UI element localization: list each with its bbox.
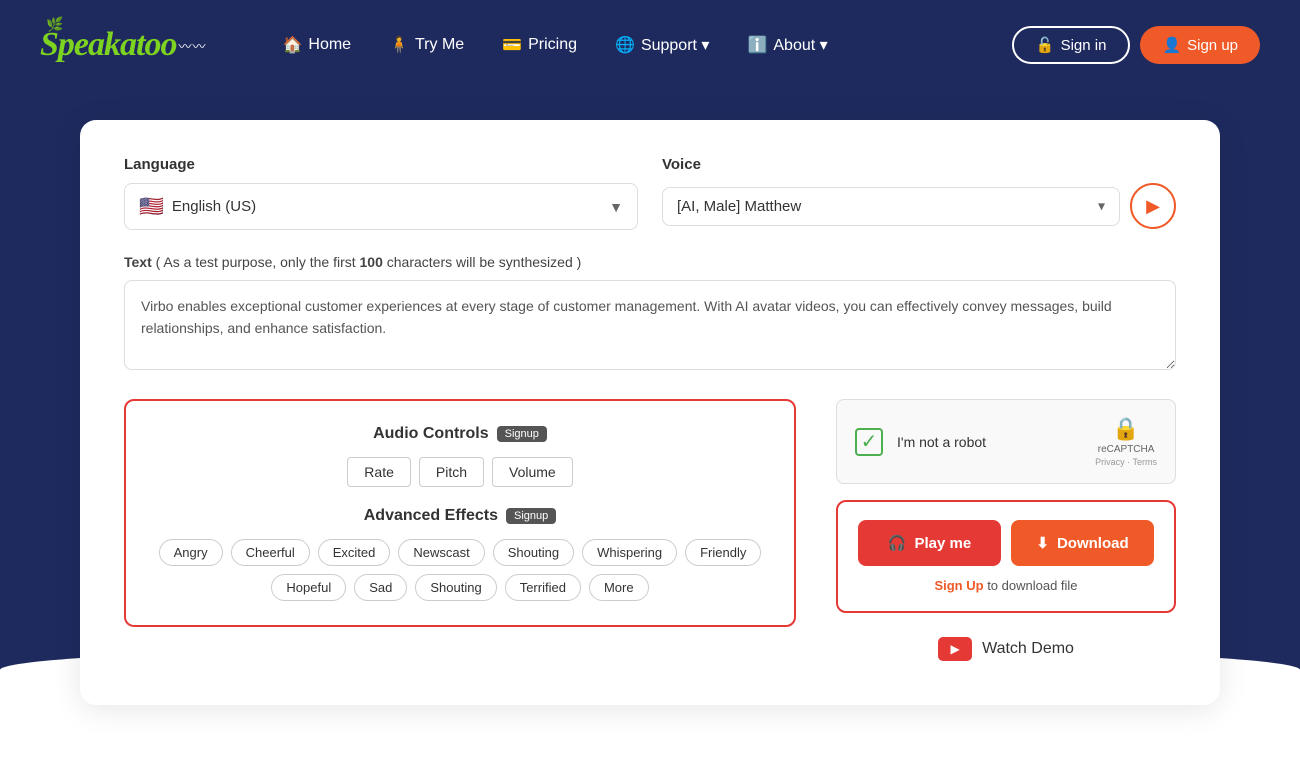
- recaptcha-logo: 🔒 reCAPTCHA Privacy · Terms: [1095, 416, 1157, 467]
- chip-sad[interactable]: Sad: [354, 574, 407, 601]
- navbar: 🌿 Speakatoo 〰〰 🏠 Home 🧍 Try Me 💳 Pricing…: [0, 0, 1300, 90]
- chip-terrified[interactable]: Terrified: [505, 574, 581, 601]
- recaptcha-label: I'm not a robot: [897, 434, 1081, 450]
- chip-whispering[interactable]: Whispering: [582, 539, 677, 566]
- action-box: 🎧 Play me ⬇ Download Sign Up to download…: [836, 500, 1176, 613]
- audio-controls-box: Audio Controls Signup Rate Pitch Volume …: [124, 399, 796, 627]
- voice-select[interactable]: [AI, Male] Matthew: [677, 198, 1105, 215]
- pitch-button[interactable]: Pitch: [419, 457, 484, 487]
- controls-row: Rate Pitch Volume: [154, 457, 766, 487]
- text-note: Text ( As a test purpose, only the first…: [124, 254, 1176, 270]
- nav-links: 🏠 Home 🧍 Try Me 💳 Pricing 🌐 Support ▾ ℹ️…: [266, 27, 991, 63]
- signin-icon: 🔓: [1036, 36, 1055, 54]
- pricing-icon: 💳: [502, 35, 522, 55]
- language-label: Language: [124, 156, 638, 173]
- youtube-icon: ▶: [938, 637, 972, 661]
- nav-buttons: 🔓 Sign in 👤 Sign up: [1012, 26, 1260, 64]
- flag-icon: 🇺🇸: [139, 194, 164, 219]
- logo-text: Speakatoo: [40, 26, 176, 64]
- volume-button[interactable]: Volume: [492, 457, 573, 487]
- download-icon: ⬇: [1036, 534, 1049, 552]
- recaptcha-icon: 🔒: [1112, 416, 1139, 442]
- play-icon: ▶: [1146, 196, 1160, 217]
- signup-text: Sign Up to download file: [934, 578, 1077, 593]
- form-row-top: Language 🇺🇸 English (US) ▼ Voice: [124, 156, 1176, 230]
- main-card: Language 🇺🇸 English (US) ▼ Voice: [80, 120, 1220, 705]
- recaptcha-box[interactable]: ✓ I'm not a robot 🔒 reCAPTCHA Privacy · …: [836, 399, 1176, 484]
- checkmark-icon: ✓: [861, 429, 878, 454]
- recaptcha-links: Privacy · Terms: [1095, 457, 1157, 467]
- voice-select-wrapper: [AI, Male] Matthew ▾: [662, 187, 1120, 226]
- chip-cheerful[interactable]: Cheerful: [231, 539, 310, 566]
- audio-controls-title: Audio Controls Signup: [154, 425, 766, 443]
- chip-angry[interactable]: Angry: [159, 539, 223, 566]
- recaptcha-checkbox[interactable]: ✓: [855, 428, 883, 456]
- text-label: Text: [124, 254, 152, 270]
- chip-shouting[interactable]: Shouting: [493, 539, 574, 566]
- signup-button[interactable]: 👤 Sign up: [1140, 26, 1260, 64]
- rate-button[interactable]: Rate: [347, 457, 411, 487]
- logo[interactable]: 🌿 Speakatoo 〰〰: [40, 26, 206, 64]
- text-section: Text ( As a test purpose, only the first…: [124, 254, 1176, 375]
- voice-row: [AI, Male] Matthew ▾ ▶: [662, 183, 1176, 229]
- voice-label: Voice: [662, 156, 1176, 173]
- bottom-row: Audio Controls Signup Rate Pitch Volume …: [124, 399, 1176, 669]
- signup-icon: 👤: [1162, 36, 1181, 54]
- home-icon: 🏠: [282, 35, 302, 55]
- advanced-effects-badge[interactable]: Signup: [506, 508, 556, 524]
- action-buttons: 🎧 Play me ⬇ Download: [858, 520, 1154, 566]
- tryme-icon: 🧍: [389, 35, 409, 55]
- headphone-icon: 🎧: [888, 534, 907, 552]
- watch-demo-link[interactable]: ▶ Watch Demo: [836, 629, 1176, 669]
- voice-preview-button[interactable]: ▶: [1130, 183, 1176, 229]
- signin-button[interactable]: 🔓 Sign in: [1012, 26, 1131, 64]
- text-input[interactable]: Virbo enables exceptional customer exper…: [124, 280, 1176, 370]
- nav-support[interactable]: 🌐 Support ▾: [599, 27, 725, 63]
- page-background: Language 🇺🇸 English (US) ▼ Voice: [0, 90, 1300, 765]
- language-select[interactable]: English (US): [172, 198, 623, 215]
- chip-excited[interactable]: Excited: [318, 539, 391, 566]
- play-me-button[interactable]: 🎧 Play me: [858, 520, 1001, 566]
- effects-chips-row1: Angry Cheerful Excited Newscast Shouting…: [154, 539, 766, 566]
- nav-tryme[interactable]: 🧍 Try Me: [373, 27, 480, 63]
- nav-about[interactable]: ℹ️ About ▾: [731, 27, 843, 63]
- signup-link[interactable]: Sign Up: [934, 578, 983, 593]
- download-button[interactable]: ⬇ Download: [1011, 520, 1154, 566]
- language-select-wrapper[interactable]: 🇺🇸 English (US) ▼: [124, 183, 638, 230]
- chip-shouting2[interactable]: Shouting: [415, 574, 496, 601]
- chip-friendly[interactable]: Friendly: [685, 539, 761, 566]
- voice-select-box[interactable]: [AI, Male] Matthew ▾: [662, 187, 1120, 226]
- audio-controls-badge[interactable]: Signup: [497, 426, 547, 442]
- advanced-effects-title: Advanced Effects Signup: [154, 507, 766, 525]
- support-icon: 🌐: [615, 35, 635, 55]
- about-icon: ℹ️: [747, 35, 767, 55]
- voice-group: Voice [AI, Male] Matthew ▾ ▶: [662, 156, 1176, 230]
- chip-newscast[interactable]: Newscast: [398, 539, 484, 566]
- effects-chips-row2: Hopeful Sad Shouting Terrified More: [154, 574, 766, 601]
- chip-more[interactable]: More: [589, 574, 649, 601]
- right-panel: ✓ I'm not a robot 🔒 reCAPTCHA Privacy · …: [836, 399, 1176, 669]
- watch-demo-text: Watch Demo: [982, 640, 1074, 658]
- language-group: Language 🇺🇸 English (US) ▼: [124, 156, 638, 230]
- chip-hopeful[interactable]: Hopeful: [271, 574, 346, 601]
- nav-pricing[interactable]: 💳 Pricing: [486, 27, 593, 63]
- nav-home[interactable]: 🏠 Home: [266, 27, 367, 63]
- recaptcha-brand: reCAPTCHA: [1098, 444, 1155, 455]
